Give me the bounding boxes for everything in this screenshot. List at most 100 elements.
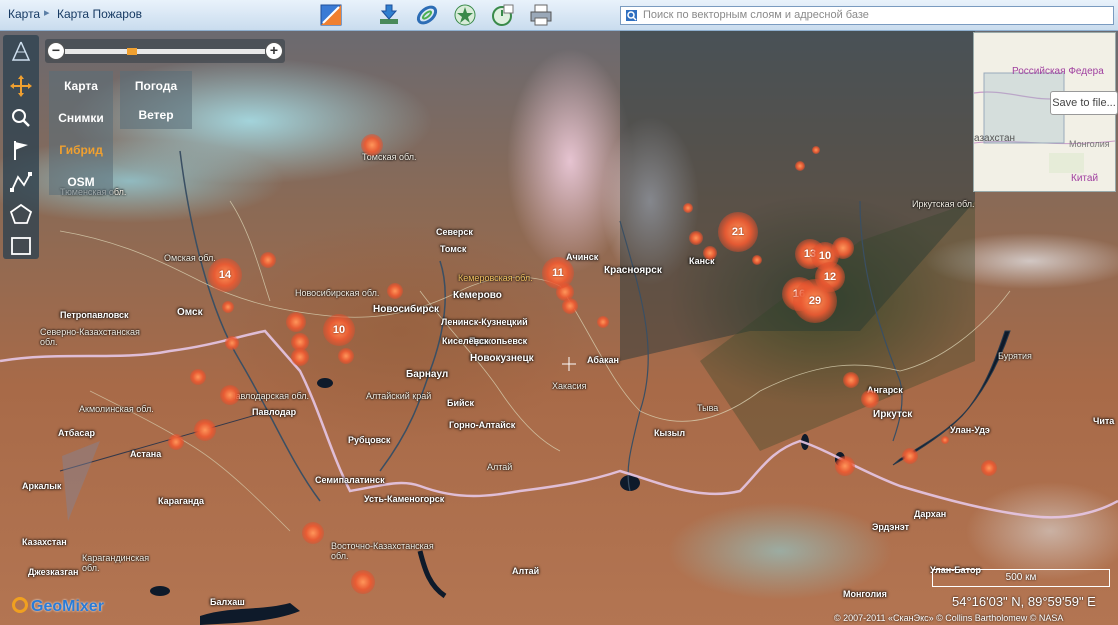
region-label: Акмолинская обл. [79, 404, 154, 414]
fire-hotspot[interactable] [291, 348, 309, 366]
city-label: Монголия [843, 589, 887, 599]
fire-hotspot[interactable] [861, 390, 879, 408]
fire-hotspot[interactable] [168, 434, 184, 450]
breadcrumb-current[interactable]: Карта Пожаров [57, 7, 142, 21]
geomixer-logo[interactable]: GeoMixer [12, 597, 104, 616]
zoom-handle[interactable] [127, 48, 137, 55]
fire-cluster-count: 10 [332, 324, 346, 336]
minimap-label: Российская Федера [1012, 66, 1104, 77]
fire-cluster[interactable]: 14 [208, 258, 242, 292]
coordinates-readout[interactable]: 54°16'03" N, 89°59'59" E [952, 594, 1096, 609]
fire-hotspot[interactable] [703, 246, 717, 260]
city-label: Киселевск [442, 336, 489, 346]
fire-hotspot[interactable] [689, 231, 703, 245]
fire-hotspot[interactable] [351, 570, 375, 594]
fire-hotspot[interactable] [361, 134, 383, 156]
region-label: Хакасия [552, 381, 587, 391]
fire-hotspot[interactable] [286, 312, 306, 332]
zoom-slider[interactable]: − + [45, 39, 285, 63]
breadcrumb-root[interactable]: Карта [8, 7, 40, 21]
fire-hotspot[interactable] [225, 336, 239, 350]
attach-icon[interactable] [415, 3, 439, 27]
fire-cluster-count: 21 [731, 226, 745, 238]
region-label: Алтайский край [366, 391, 432, 401]
fire-hotspot[interactable] [260, 252, 276, 268]
fire-hotspot[interactable] [220, 385, 240, 405]
city-label: Аркалык [22, 481, 62, 491]
map-type-hybrid[interactable]: Гибрид [49, 143, 113, 157]
fire-hotspot[interactable] [302, 522, 324, 544]
save-to-file-button[interactable]: Save to file... [1050, 91, 1118, 115]
zoom-out-button[interactable]: − [47, 42, 65, 60]
fire-hotspot[interactable] [222, 301, 234, 313]
drag-map-icon[interactable] [9, 40, 33, 62]
fire-hotspot[interactable] [981, 460, 997, 476]
fire-hotspot[interactable] [812, 146, 820, 154]
region-label: Восточно-Казахстанская обл. [331, 541, 434, 561]
fire-hotspot[interactable] [190, 369, 206, 385]
city-label: Ачинск [566, 252, 599, 262]
search-input[interactable]: Поиск по векторным слоям и адресной базе [620, 6, 1114, 25]
fire-hotspot[interactable] [752, 255, 762, 265]
city-label: Томск [440, 244, 467, 254]
fire-hotspot[interactable] [683, 203, 693, 213]
city-label: Семипалатинск [315, 475, 385, 485]
fire-hotspot[interactable] [562, 298, 578, 314]
fire-hotspot[interactable] [843, 372, 859, 388]
overlay-wind[interactable]: Ветер [120, 108, 192, 122]
region-label: Павлодарская обл. [229, 391, 309, 401]
favorites-icon[interactable] [453, 3, 477, 27]
region-label: Тыва [697, 403, 719, 413]
draw-line-icon[interactable] [9, 171, 33, 193]
city-label: Горно-Алтайск [449, 420, 516, 430]
fire-hotspot[interactable] [835, 456, 855, 476]
print-icon[interactable] [529, 3, 553, 27]
region-label: Алтай [487, 462, 513, 472]
draw-rectangle-icon[interactable] [9, 235, 33, 257]
minimap-label: азахстан [974, 133, 1016, 144]
fire-cluster[interactable]: 21 [718, 212, 758, 252]
fire-hotspot[interactable] [902, 448, 918, 464]
city-label: Эрдэнэт [872, 522, 910, 532]
city-label: Новосибирск [373, 304, 440, 315]
map-type-osm[interactable]: OSM [49, 175, 113, 189]
breadcrumb-separator-icon: ▸ [44, 7, 50, 19]
zoom-track[interactable] [65, 48, 265, 55]
fire-hotspot[interactable] [387, 283, 403, 299]
city-label: Бийск [447, 398, 475, 408]
zoom-icon[interactable] [9, 107, 33, 129]
zoom-in-button[interactable]: + [265, 42, 283, 60]
draw-polygon-icon[interactable] [9, 203, 33, 225]
layers-icon[interactable] [319, 3, 343, 27]
fire-cluster[interactable]: 29 [793, 279, 837, 323]
fire-hotspot[interactable] [597, 316, 609, 328]
move-icon[interactable] [9, 75, 33, 97]
marker-flag-icon[interactable] [9, 139, 33, 161]
city-label: Северск [436, 227, 473, 237]
region-label: Карагандинская обл. [82, 553, 150, 573]
fire-cluster[interactable]: 10 [323, 314, 355, 346]
map-type-satellite[interactable]: Снимки [49, 111, 113, 125]
fire-hotspot[interactable] [338, 348, 354, 364]
scale-label: 500 км [1005, 572, 1037, 583]
crosshair-icon [562, 357, 576, 371]
fire-hotspot[interactable] [941, 436, 949, 444]
minimap-label: Китай [1071, 173, 1099, 184]
fire-hotspot[interactable] [194, 419, 216, 441]
city-label: Кызыл [654, 428, 686, 438]
download-icon[interactable] [377, 3, 401, 27]
fire-hotspot[interactable] [795, 161, 805, 171]
city-label: Петропавловск [60, 310, 129, 320]
region-label: Кемеровская обл. [458, 273, 533, 283]
fire-cluster[interactable]: 11 [542, 257, 574, 289]
map-type-switcher: Карта Снимки Гибрид OSM [49, 71, 113, 195]
overlay-weather[interactable]: Погода [120, 79, 192, 93]
city-label: Новокузнецк [470, 353, 534, 364]
city-label: Усть-Каменогорск [364, 494, 445, 504]
map-type-map[interactable]: Карта [49, 79, 113, 93]
city-label: Омск [177, 307, 203, 318]
city-label: Абакан [587, 355, 619, 365]
history-icon[interactable] [491, 3, 515, 27]
city-label: Атбасар [58, 428, 95, 438]
city-label: Барнаул [406, 369, 449, 380]
